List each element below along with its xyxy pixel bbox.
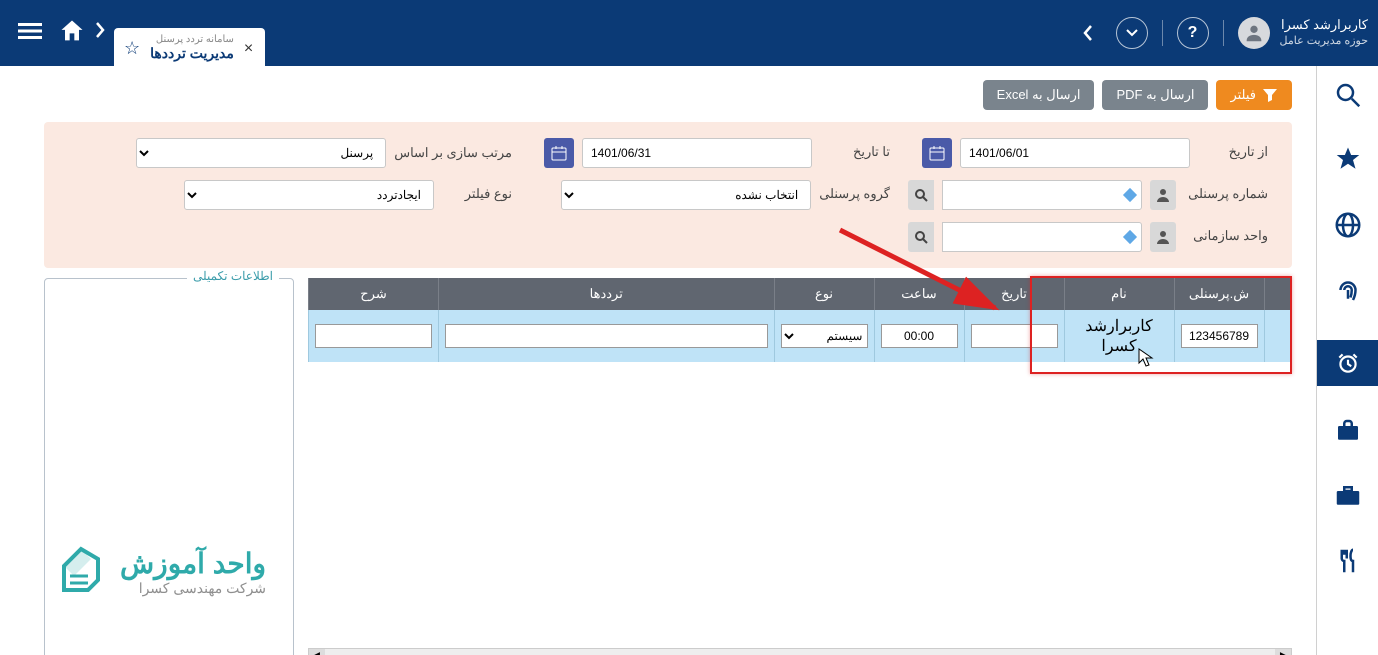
clock-icon[interactable] [1317, 340, 1378, 386]
diamond-icon [1123, 230, 1137, 244]
user-block: کاربرارشد کسرا حوزه مدیریت عامل [1238, 17, 1368, 49]
org-unit-input[interactable] [942, 222, 1142, 252]
personnel-group-label: گروه پرسنلی [819, 180, 890, 202]
suitcase-icon[interactable] [1333, 416, 1363, 451]
tab-subtitle: سامانه تردد پرسنل [150, 34, 234, 45]
sort-label: مرتب سازی بر اساس [394, 138, 512, 162]
user-role: حوزه مدیریت عامل [1280, 34, 1368, 48]
cursor-icon [1138, 348, 1154, 368]
org-unit-label: واحد سازمانی [1188, 222, 1268, 244]
col-type: نوع [774, 278, 874, 310]
cell-date[interactable] [971, 324, 1058, 348]
person-icon[interactable] [1150, 222, 1176, 252]
col-attendances: ترددها [439, 278, 775, 310]
info-panel-legend: اطلاعات تکمیلی [187, 269, 279, 283]
col-name: نام [1064, 278, 1174, 310]
h-scrollbar[interactable]: ◄► [308, 648, 1292, 655]
briefcase-icon[interactable] [1333, 481, 1363, 516]
user-name: کاربرارشد کسرا [1280, 17, 1368, 34]
calendar-icon[interactable] [922, 138, 952, 168]
from-date-label: از تاریخ [1198, 138, 1268, 160]
person-icon[interactable] [1150, 180, 1176, 210]
cell-attendances[interactable] [445, 324, 768, 348]
col-pid: ش.پرسنلی [1174, 278, 1264, 310]
watermark-sub: شرکت مهندسی کسرا [120, 580, 266, 597]
to-date-label: تا تاریخ [820, 138, 890, 160]
export-pdf-button[interactable]: ارسال به PDF [1102, 80, 1208, 110]
toolbar: فیلتر ارسال به PDF ارسال به Excel [44, 80, 1292, 110]
col-desc: شرح [309, 278, 439, 310]
search-icon[interactable] [908, 180, 934, 210]
filter-label: فیلتر [1230, 87, 1256, 103]
col-date: تاریخ [964, 278, 1064, 310]
side-rail [1316, 66, 1378, 655]
active-tab[interactable]: × سامانه تردد پرسنل مدیریت ترددها ☆ [114, 28, 265, 66]
cell-desc[interactable] [315, 324, 432, 348]
sort-select[interactable]: پرسنل [136, 138, 386, 168]
calendar-icon[interactable] [544, 138, 574, 168]
watermark-title: واحد آموزش [120, 547, 266, 580]
next-tab-button[interactable] [94, 21, 106, 45]
filter-panel: از تاریخ تا تاریخ مرتب سازی بر اساس پرسن… [44, 122, 1292, 268]
top-bar: کاربرارشد کسرا حوزه مدیریت عامل ? × ساما… [0, 0, 1378, 66]
globe-icon[interactable] [1333, 210, 1363, 245]
top-right-cluster: × سامانه تردد پرسنل مدیریت ترددها ☆ [10, 14, 265, 52]
back-button[interactable] [1074, 19, 1102, 47]
watermark: واحد آموزش شرکت مهندسی کسرا [54, 545, 266, 599]
diamond-icon [1123, 188, 1137, 202]
favorite-icon[interactable] [1333, 145, 1363, 180]
to-date-input[interactable] [582, 138, 812, 168]
personnel-no-label: شماره پرسنلی [1188, 180, 1268, 202]
export-excel-button[interactable]: ارسال به Excel [983, 80, 1095, 110]
menu-icon[interactable] [18, 19, 42, 48]
personnel-no-input[interactable] [942, 180, 1142, 210]
close-icon[interactable]: × [244, 40, 253, 58]
avatar-icon[interactable] [1238, 17, 1270, 49]
help-button[interactable]: ? [1177, 17, 1209, 49]
filter-type-select[interactable]: ایجادتردد [184, 180, 434, 210]
top-left-cluster: کاربرارشد کسرا حوزه مدیریت عامل ? [1074, 17, 1368, 49]
cell-pid[interactable] [1181, 324, 1258, 348]
dropdown-button[interactable] [1116, 17, 1148, 49]
search-icon[interactable] [1333, 80, 1363, 115]
pencil-icon [54, 545, 108, 599]
star-icon[interactable]: ☆ [124, 38, 140, 59]
cell-type[interactable]: سیستم [781, 324, 868, 348]
search-icon[interactable] [908, 222, 934, 252]
personnel-group-select[interactable]: انتخاب نشده [561, 180, 811, 210]
filter-button[interactable]: فیلتر [1216, 80, 1292, 110]
scroll-left-icon[interactable]: ◄ [309, 649, 325, 655]
home-icon[interactable] [58, 17, 86, 50]
filter-type-label: نوع فیلتر [442, 180, 512, 202]
cutlery-icon[interactable] [1333, 546, 1363, 581]
tab-title: مدیریت ترددها [150, 45, 234, 62]
fingerprint-icon[interactable] [1333, 275, 1363, 310]
table-wrap: ش.پرسنلی نام تاریخ ساعت نوع ترددها شرح ک… [308, 278, 1292, 655]
col-time: ساعت [874, 278, 964, 310]
from-date-input[interactable] [960, 138, 1190, 168]
cell-time[interactable] [881, 324, 958, 348]
scroll-right-icon[interactable]: ► [1275, 649, 1291, 655]
